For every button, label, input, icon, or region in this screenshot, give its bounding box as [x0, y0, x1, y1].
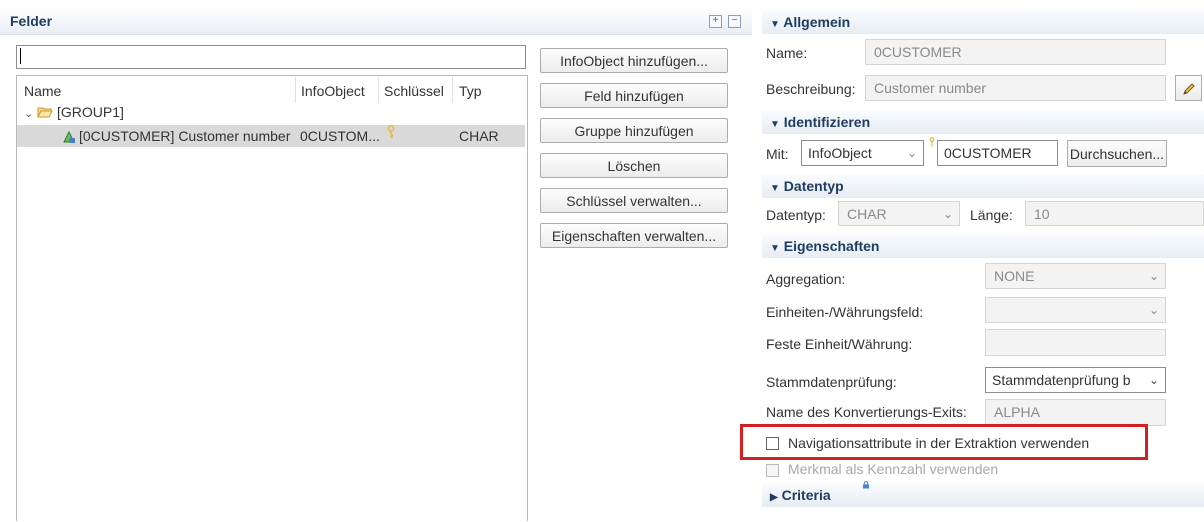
lock-icon — [863, 481, 869, 489]
mit-select[interactable]: InfoObject ⌄ — [801, 140, 924, 166]
chevron-down-icon: ▼ — [770, 19, 780, 30]
felder-title: Felder — [10, 13, 53, 29]
row-typ: CHAR — [459, 128, 499, 144]
delete-button[interactable]: Löschen — [540, 153, 728, 178]
group-label: [GROUP1] — [57, 104, 124, 120]
einheiten-label: Einheiten-/Währungsfeld: — [766, 304, 924, 320]
manage-properties-button[interactable]: Eigenschaften verwalten... — [540, 223, 728, 248]
tree-group-row[interactable]: ⌄ [GROUP1] — [24, 104, 124, 120]
beschreibung-label: Beschreibung: — [766, 81, 856, 97]
section-criteria-title: Criteria — [781, 487, 831, 503]
column-header-name[interactable]: Name — [24, 83, 61, 99]
datentyp-label: Datentyp: — [766, 207, 826, 223]
key-icon — [387, 125, 395, 138]
einheiten-select: ⌄ — [985, 297, 1166, 323]
mit-select-value: InfoObject — [808, 145, 872, 161]
section-identifizieren-title: Identifizieren — [783, 114, 871, 130]
column-divider — [378, 77, 379, 103]
row-name: [0CUSTOMER] Customer number — [79, 128, 291, 144]
section-identifizieren[interactable]: ▼ Identifizieren — [762, 110, 1204, 134]
datentyp-select: CHAR ⌄ — [838, 201, 960, 226]
folder-open-icon — [37, 107, 53, 118]
mit-label: Mit: — [766, 146, 789, 162]
section-eigenschaften[interactable]: ▼ Eigenschaften — [762, 234, 1204, 258]
aggregation-label: Aggregation: — [766, 271, 846, 287]
chevron-right-icon: ▶ — [770, 492, 778, 503]
section-criteria[interactable]: ▶ Criteria — [762, 483, 1204, 507]
stammdaten-label: Stammdatenprüfung: — [766, 374, 897, 390]
column-divider — [295, 77, 296, 103]
stammdaten-value: Stammdatenprüfung b — [992, 372, 1131, 388]
feste-einheit-label: Feste Einheit/Währung: — [766, 336, 913, 352]
chevron-down-icon: ⌄ — [942, 207, 953, 221]
collapse-all-icon[interactable]: − — [728, 15, 741, 28]
section-allgemein[interactable]: ▼ Allgemein — [762, 10, 1204, 34]
beschreibung-field: Customer number — [865, 75, 1166, 101]
durchsuchen-button[interactable]: Durchsuchen... — [1067, 140, 1167, 167]
column-header-infoobject[interactable]: InfoObject — [301, 83, 365, 99]
section-eigenschaften-title: Eigenschaften — [783, 238, 880, 254]
laenge-field: 10 — [1025, 201, 1204, 226]
infoobject-input[interactable]: 0CUSTOMER — [937, 140, 1058, 166]
feste-einheit-field — [985, 329, 1166, 356]
section-datentyp[interactable]: ▼ Datentyp — [762, 174, 1204, 198]
stammdaten-select[interactable]: Stammdatenprüfung b ⌄ — [985, 367, 1166, 393]
chevron-down-icon: ▼ — [770, 183, 780, 194]
chevron-down-icon: ⌄ — [906, 146, 917, 160]
section-allgemein-title: Allgemein — [783, 14, 851, 30]
manage-keys-button[interactable]: Schlüssel verwalten... — [540, 188, 728, 213]
merkmal-checkbox — [766, 464, 779, 477]
infoobject-icon — [63, 130, 75, 143]
add-field-button[interactable]: Feld hinzufügen — [540, 83, 728, 108]
chevron-down-icon: ▼ — [770, 119, 780, 130]
chevron-down-icon: ⌄ — [1148, 303, 1159, 317]
column-header-typ[interactable]: Typ — [459, 83, 482, 99]
add-infoobject-button[interactable]: InfoObject hinzufügen... — [540, 48, 728, 73]
konvertierungs-exit-label: Name des Konvertierungs-Exits: — [766, 404, 967, 420]
felder-header-bar — [0, 8, 752, 35]
name-field: 0CUSTOMER — [865, 39, 1166, 65]
aggregation-value: NONE — [994, 268, 1035, 284]
highlight-box — [740, 424, 1148, 460]
column-divider — [452, 77, 453, 103]
datentyp-value: CHAR — [847, 206, 887, 222]
add-group-button[interactable]: Gruppe hinzufügen — [540, 118, 728, 143]
column-header-schluessel[interactable]: Schlüssel — [384, 83, 444, 99]
laenge-label: Länge: — [970, 207, 1013, 223]
section-datentyp-title: Datentyp — [783, 178, 844, 194]
name-label: Name: — [766, 45, 808, 61]
merkmal-label: Merkmal als Kennzahl verwenden — [788, 461, 999, 477]
chevron-down-icon: ⌄ — [1148, 373, 1159, 387]
pencil-icon — [1182, 83, 1195, 95]
chevron-down-icon: ▼ — [770, 243, 780, 254]
edit-description-button[interactable] — [1175, 75, 1202, 101]
chevron-down-icon: ⌄ — [1148, 269, 1159, 283]
row-infoobject: 0CUSTOM... — [300, 128, 380, 144]
konvertierungs-exit-field: ALPHA — [985, 399, 1166, 426]
text-cursor — [20, 48, 21, 64]
key-icon — [929, 137, 935, 147]
aggregation-select: NONE ⌄ — [985, 263, 1166, 289]
expand-all-icon[interactable]: + — [709, 15, 722, 28]
field-filter-input[interactable] — [16, 45, 526, 69]
chevron-down-icon[interactable]: ⌄ — [24, 108, 33, 120]
